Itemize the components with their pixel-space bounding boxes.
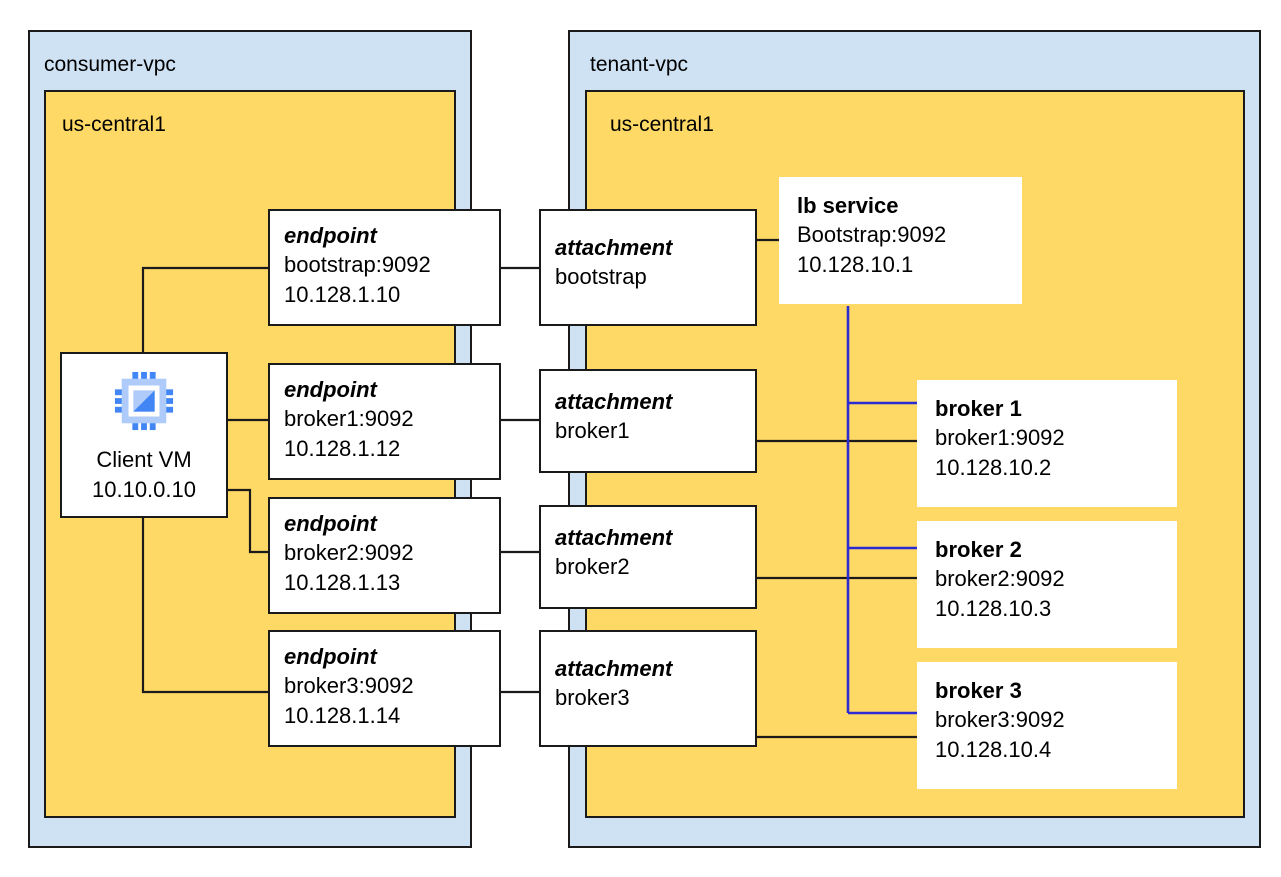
endpoint-broker3-kind: endpoint: [284, 644, 377, 669]
endpoint-broker2-ip: 10.128.1.13: [284, 569, 401, 595]
broker-2-host: broker2:9092: [935, 566, 1065, 592]
endpoint-broker1-ip: 10.128.1.12: [284, 435, 401, 461]
attachment-broker1-name: broker1: [555, 418, 630, 444]
client-vm-ip: 10.10.0.10: [92, 476, 196, 502]
lb-service-title: lb service: [797, 193, 899, 218]
endpoint-bootstrap-node[interactable]: endpoint bootstrap:9092 10.128.1.10: [268, 209, 501, 326]
consumer-region-label: us-central1: [62, 113, 166, 136]
broker-3-ip: 10.128.10.4: [935, 736, 1052, 762]
attachment-broker2-name: broker2: [555, 554, 630, 580]
client-vm-name: Client VM: [96, 447, 192, 472]
endpoint-broker2-host: broker2:9092: [284, 540, 414, 566]
tenant-region-label: us-central1: [610, 113, 714, 136]
lb-service-node[interactable]: lb service Bootstrap:9092 10.128.10.1: [779, 177, 1022, 304]
attachment-bootstrap-name: bootstrap: [555, 264, 647, 290]
endpoint-broker3-node[interactable]: endpoint broker3:9092 10.128.1.14: [268, 630, 501, 747]
endpoint-broker3-ip: 10.128.1.14: [284, 702, 401, 728]
endpoint-broker1-node[interactable]: endpoint broker1:9092 10.128.1.12: [268, 363, 501, 480]
attachment-broker3-kind: attachment: [555, 656, 673, 681]
broker-3-title: broker 3: [935, 678, 1022, 703]
attachment-broker2-kind: attachment: [555, 525, 673, 550]
lb-service-ip: 10.128.10.1: [797, 251, 914, 277]
endpoint-broker2-node[interactable]: endpoint broker2:9092 10.128.1.13: [268, 497, 501, 614]
endpoint-broker3-host: broker3:9092: [284, 673, 414, 699]
endpoint-broker1-kind: endpoint: [284, 377, 377, 402]
broker-3-host: broker3:9092: [935, 707, 1065, 733]
broker-3-node[interactable]: broker 3 broker3:9092 10.128.10.4: [917, 662, 1177, 789]
tenant-vpc-label: tenant-vpc: [590, 53, 689, 76]
endpoint-broker1-host: broker1:9092: [284, 406, 414, 432]
attachment-bootstrap-kind: attachment: [555, 235, 673, 260]
attachment-broker3-node[interactable]: attachment broker3: [539, 630, 757, 747]
endpoint-bootstrap-host: bootstrap:9092: [284, 252, 431, 278]
attachment-bootstrap-node[interactable]: attachment bootstrap: [539, 209, 757, 326]
attachment-broker1-node[interactable]: attachment broker1: [539, 369, 757, 473]
broker-2-ip: 10.128.10.3: [935, 595, 1052, 621]
endpoint-bootstrap-kind: endpoint: [284, 223, 377, 248]
diagram-canvas: consumer-vpc us-central1 tenant-vpc us-c…: [0, 0, 1281, 877]
lb-service-host: Bootstrap:9092: [797, 222, 947, 248]
attachment-broker2-node[interactable]: attachment broker2: [539, 505, 757, 609]
consumer-vpc-label: consumer-vpc: [44, 53, 176, 76]
broker-2-title: broker 2: [935, 537, 1022, 562]
endpoint-bootstrap-ip: 10.128.1.10: [284, 281, 401, 307]
broker-1-node[interactable]: broker 1 broker1:9092 10.128.10.2: [917, 380, 1177, 507]
broker-1-ip: 10.128.10.2: [935, 454, 1052, 480]
compute-chip-icon: [113, 370, 175, 437]
broker-2-node[interactable]: broker 2 broker2:9092 10.128.10.3: [917, 521, 1177, 648]
endpoint-broker2-kind: endpoint: [284, 511, 377, 536]
broker-1-title: broker 1: [935, 396, 1022, 421]
client-vm-node[interactable]: Client VM 10.10.0.10: [60, 352, 228, 518]
attachment-broker1-kind: attachment: [555, 389, 673, 414]
broker-1-host: broker1:9092: [935, 425, 1065, 451]
attachment-broker3-name: broker3: [555, 685, 630, 711]
